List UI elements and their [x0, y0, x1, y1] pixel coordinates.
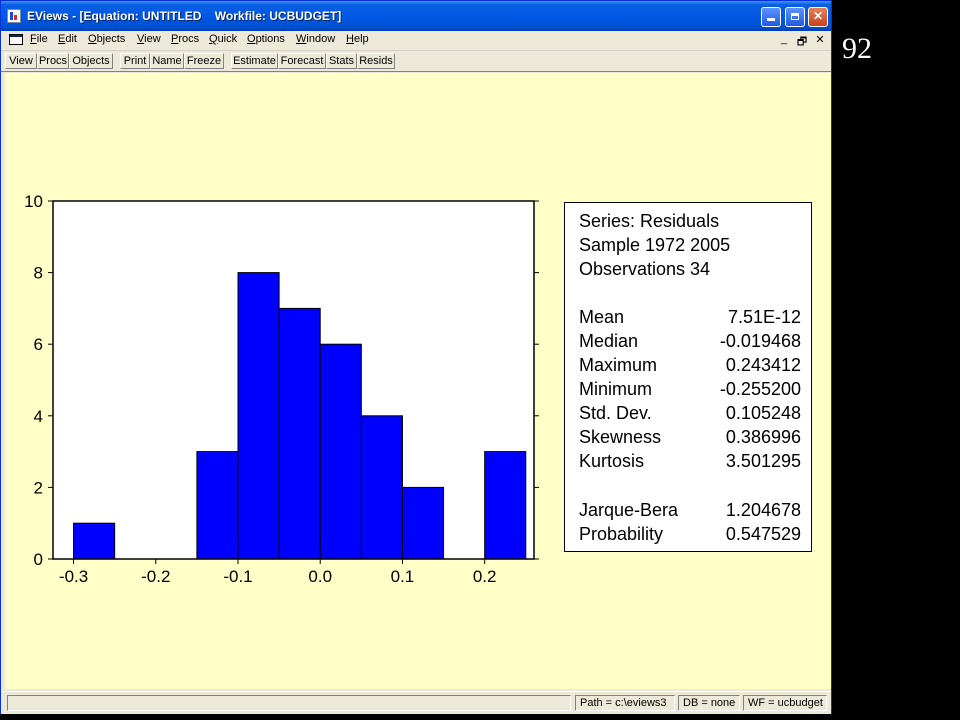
forecast-button[interactable]: Forecast — [278, 53, 326, 69]
eviews-app-icon[interactable] — [7, 9, 21, 23]
x-tick-label: 0.0 — [308, 567, 332, 586]
objects-button[interactable]: Objects — [69, 53, 113, 69]
stat-row-minimum: Minimum -0.255200 — [579, 379, 801, 401]
stat-label: Std. Dev. — [579, 403, 652, 423]
status-path: Path = c:\eviews3 — [575, 695, 675, 711]
stat-value: -0.255200 — [719, 379, 801, 399]
stat-label: Skewness — [579, 427, 662, 447]
stat-row-probability: Probability 0.547529 — [579, 524, 801, 546]
x-tick-label: -0.2 — [141, 567, 170, 586]
minimize-icon — [767, 18, 775, 21]
stat-value: -0.019468 — [719, 331, 801, 351]
equation-toolbar: View Procs Objects Print Name Freeze Est… — [1, 51, 831, 72]
stat-label: Kurtosis — [579, 451, 645, 471]
stat-label: Minimum — [579, 379, 653, 399]
stat-row-jarque-bera: Jarque-Bera 1.204678 — [579, 500, 801, 522]
stat-value: 0.105248 — [725, 403, 801, 423]
stat-value: 7.51E-12 — [727, 307, 801, 327]
y-tick-label: 2 — [34, 478, 43, 497]
maximize-button[interactable] — [785, 7, 805, 27]
slide-page-number: 92 — [842, 32, 872, 65]
stat-label: Median — [579, 331, 639, 351]
histogram-bar — [278, 307, 321, 560]
y-tick-label: 6 — [34, 335, 43, 354]
procs-button[interactable]: Procs — [37, 53, 69, 69]
stat-value: 0.243412 — [725, 355, 801, 375]
estimate-button[interactable]: Estimate — [231, 53, 278, 69]
sample-label: Sample 1972 2005 — [579, 235, 731, 255]
eviews-window: EViews - [Equation: UNTITLED Workfile: U… — [0, 0, 832, 714]
stat-label: Maximum — [579, 355, 658, 375]
equation-view-area: 0 2 4 6 8 10 -0.3 -0.2 -0.1 0.0 0.1 0.2 Series: Res… — [5, 73, 831, 689]
stat-row-maximum: Maximum 0.243412 — [579, 355, 801, 377]
menu-bar: File Edit Objects View Procs Quick Optio… — [1, 31, 831, 51]
residual-statistics-panel: Series: Residuals Sample 1972 2005 Obser… — [564, 202, 812, 552]
doc-minimize-button[interactable]: _ — [777, 33, 791, 45]
stat-row-kurtosis: Kurtosis 3.501295 — [579, 451, 801, 473]
menu-window[interactable]: Window — [296, 33, 335, 45]
doc-close-button[interactable]: ✕ — [813, 33, 827, 46]
stat-row-std-dev: Std. Dev. 0.105248 — [579, 403, 801, 425]
stat-value: 0.386996 — [725, 427, 801, 447]
stat-value: 1.204678 — [725, 500, 801, 520]
maximize-icon — [791, 13, 799, 20]
stat-label: Jarque-Bera — [579, 500, 679, 520]
title-bar[interactable]: EViews - [Equation: UNTITLED Workfile: U… — [1, 1, 831, 31]
resids-button[interactable]: Resids — [357, 53, 395, 69]
stat-row-skewness: Skewness 0.386996 — [579, 427, 801, 449]
histogram-bar — [360, 415, 403, 560]
menu-view[interactable]: View — [137, 33, 161, 45]
status-db: DB = none — [678, 695, 740, 711]
close-button[interactable]: ✕ — [808, 7, 828, 27]
menu-help[interactable]: Help — [346, 33, 369, 45]
histogram-bar — [401, 486, 445, 560]
y-tick-label: 0 — [34, 550, 43, 569]
freeze-button[interactable]: Freeze — [184, 53, 224, 69]
y-tick-label: 10 — [24, 192, 43, 211]
name-button[interactable]: Name — [150, 53, 184, 69]
residuals-histogram: 0 2 4 6 8 10 -0.3 -0.2 -0.1 0.0 0.1 0.2 — [24, 192, 539, 586]
document-window-icon[interactable] — [9, 34, 23, 45]
stat-value: 3.501295 — [725, 451, 801, 471]
stat-row-mean: Mean 7.51E-12 — [579, 307, 801, 329]
histogram-bar — [319, 343, 362, 560]
stat-label: Probability — [579, 524, 664, 544]
x-tick-label: -0.3 — [59, 567, 88, 586]
series-label: Series: Residuals — [579, 211, 720, 231]
status-message-field — [7, 695, 571, 711]
menu-quick[interactable]: Quick — [209, 33, 237, 45]
menu-file[interactable]: File — [30, 33, 48, 45]
observations-label: Observations 34 — [579, 259, 711, 279]
x-tick-label: 0.2 — [473, 567, 497, 586]
stat-value: 0.547529 — [725, 524, 801, 544]
histogram-bar — [196, 451, 239, 560]
doc-restore-button[interactable]: 🗗 — [795, 33, 809, 52]
stat-row-median: Median -0.019468 — [579, 331, 801, 353]
histogram-bar — [73, 522, 116, 560]
menu-options[interactable]: Options — [247, 33, 285, 45]
y-tick-label: 8 — [34, 264, 43, 283]
menu-edit[interactable]: Edit — [58, 33, 77, 45]
status-workfile: WF = ucbudget — [743, 695, 827, 711]
stat-label: Mean — [579, 307, 625, 327]
menu-objects[interactable]: Objects — [88, 33, 125, 45]
y-tick-label: 4 — [34, 407, 43, 426]
print-button[interactable]: Print — [120, 53, 150, 69]
status-bar: Path = c:\eviews3 DB = none WF = ucbudge… — [1, 691, 831, 714]
view-button[interactable]: View — [5, 53, 37, 69]
histogram-bar — [484, 451, 527, 560]
minimize-button[interactable] — [761, 7, 781, 27]
histogram-bar — [237, 272, 280, 560]
x-tick-label: -0.1 — [223, 567, 252, 586]
menu-procs[interactable]: Procs — [171, 33, 199, 45]
window-title: EViews - [Equation: UNTITLED Workfile: U… — [27, 9, 342, 23]
x-tick-label: 0.1 — [391, 567, 415, 586]
stats-button[interactable]: Stats — [326, 53, 357, 69]
